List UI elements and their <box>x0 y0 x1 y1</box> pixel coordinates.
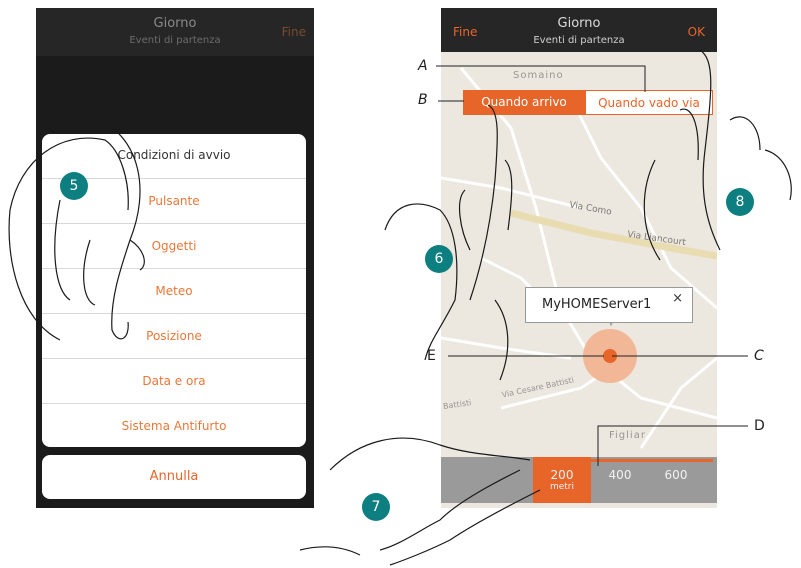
left-header-title: Giorno <box>153 16 197 31</box>
radius-option-200[interactable]: 200 metri <box>533 457 591 503</box>
option-data-e-ora[interactable]: Data e ora <box>42 358 306 404</box>
radius-value-600: 600 <box>664 468 688 482</box>
radius-selector[interactable]: 200 metri 400 600 <box>441 457 717 503</box>
option-oggetti[interactable]: Oggetti <box>42 223 306 269</box>
radius-option-600[interactable]: 600 <box>647 457 705 503</box>
segment-when-leaving[interactable]: Quando vado via <box>585 90 713 115</box>
radius-value-400: 400 <box>608 468 632 482</box>
segment-when-arriving[interactable]: Quando arrivo <box>463 90 585 115</box>
ok-button[interactable]: OK <box>688 25 705 39</box>
label-a: A <box>418 58 428 74</box>
right-header: Fine Giorno Eventi di partenza OK <box>441 8 717 52</box>
server-name: MyHOMEServer1 <box>542 297 652 312</box>
left-header: Giorno Eventi di partenza Fine <box>36 8 314 56</box>
cancel-button[interactable]: Annulla <box>42 455 306 499</box>
right-header-title: Giorno <box>557 16 601 31</box>
label-b: B <box>418 92 428 108</box>
left-phone-screen: Giorno Eventi di partenza Fine Condizion… <box>36 8 314 508</box>
left-header-subtitle: Eventi di partenza <box>129 35 221 46</box>
right-header-subtitle: Eventi di partenza <box>533 35 625 46</box>
map-label-figliar: Figliar <box>609 430 646 441</box>
location-marker <box>603 349 617 363</box>
radius-unit: metri <box>549 482 575 492</box>
left-done-button[interactable]: Fine <box>282 25 306 39</box>
radius-value-200: 200 <box>550 468 574 482</box>
step-badge-6: 6 <box>425 245 453 273</box>
close-icon[interactable]: × <box>672 291 683 306</box>
right-phone-screen: Somaino Via Como Via Liancourt Via Cesar… <box>441 8 717 508</box>
map-label-somaino: Somaino <box>513 70 564 81</box>
option-meteo[interactable]: Meteo <box>42 268 306 314</box>
option-sistema-antifurto[interactable]: Sistema Antifurto <box>42 403 306 449</box>
label-e: E <box>427 348 436 364</box>
option-posizione[interactable]: Posizione <box>42 313 306 359</box>
step-badge-5: 5 <box>60 172 88 200</box>
step-badge-7: 7 <box>362 493 390 521</box>
step-badge-8: 8 <box>726 188 754 216</box>
server-callout[interactable]: MyHOMEServer1 × <box>525 287 693 323</box>
sheet-title: Condizioni di avvio <box>117 148 231 162</box>
radius-option-400[interactable]: 400 <box>591 457 649 503</box>
label-c: C <box>754 348 764 364</box>
label-d: D <box>754 418 765 434</box>
map[interactable] <box>441 8 717 508</box>
